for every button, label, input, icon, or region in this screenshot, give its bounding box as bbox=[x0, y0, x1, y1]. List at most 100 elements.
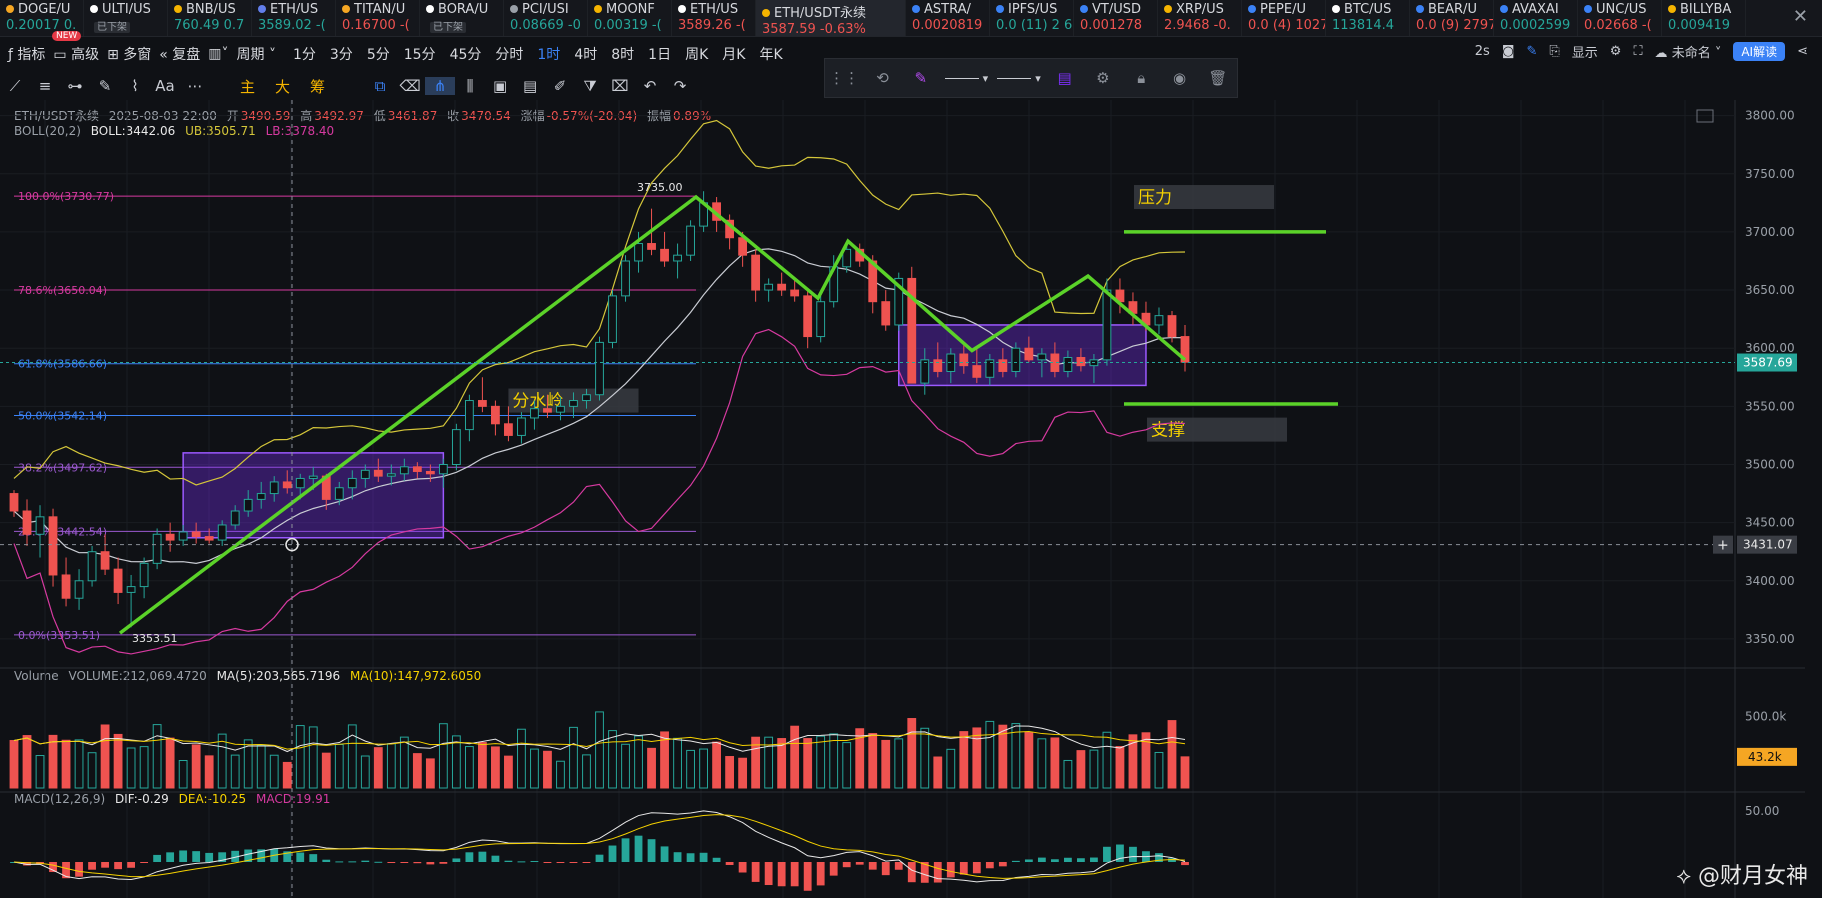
symbol-tab[interactable]: BTC/US 113814.4 bbox=[1326, 0, 1410, 36]
price-chart[interactable]: 3350.00 3400.00 3450.00 3500.00 3550.00 3600.… bbox=[0, 100, 1822, 898]
share-icon[interactable]: ⋖ bbox=[1797, 44, 1808, 59]
macd-histogram-bar bbox=[296, 852, 305, 862]
pen-icon[interactable]: ✎ bbox=[1526, 44, 1537, 59]
timeframe-5分[interactable]: 5分 bbox=[360, 44, 397, 64]
tab-symbol: BORA/U bbox=[438, 2, 489, 17]
advanced-button[interactable]: ▭ 高级 bbox=[53, 44, 99, 64]
replay-button[interactable]: « 复盘 bbox=[159, 44, 200, 64]
compare-icon[interactable]: ⫼ bbox=[455, 77, 485, 95]
timeframe-15分[interactable]: 15分 bbox=[397, 44, 443, 64]
text-color-icon[interactable]: ▤ bbox=[1045, 69, 1083, 87]
symbol-tab[interactable]: ULTI/US 已下架 bbox=[84, 0, 168, 36]
macd-histogram-bar bbox=[1181, 862, 1189, 866]
timeframe-8时[interactable]: 8时 bbox=[604, 44, 641, 64]
symbol-tab[interactable]: ETH/USDT永续 3587.59 -0.63% bbox=[756, 0, 906, 36]
macd-histogram-bar bbox=[1024, 859, 1033, 862]
macd-histogram-bar bbox=[647, 839, 656, 862]
symbol-tab[interactable]: TITAN/U 0.16700 -( bbox=[336, 0, 420, 36]
symbol-tab[interactable]: PCI/USI 0.08669 -0 bbox=[504, 0, 588, 36]
chip-label[interactable]: 筹 bbox=[300, 76, 335, 97]
macd-histogram-bar bbox=[127, 862, 136, 868]
magnet-icon[interactable]: ⋔ bbox=[425, 77, 456, 95]
eraser-icon[interactable]: ⌫ bbox=[395, 77, 425, 95]
camera-icon[interactable]: ◙ bbox=[1502, 44, 1515, 59]
timeframe-年K[interactable]: 年K bbox=[752, 44, 789, 64]
symbol-tab[interactable]: MOONF 0.00319 -( bbox=[588, 0, 672, 36]
lock-icon[interactable]: 🔒︎ bbox=[1122, 69, 1160, 87]
timeframe-1分[interactable]: 1分 bbox=[286, 44, 323, 64]
wave-icon[interactable]: ⌇ bbox=[120, 77, 150, 95]
symbol-tab[interactable]: IPFS/US 0.0 (11) 2 6 bbox=[990, 0, 1074, 36]
symbol-tab[interactable]: BEAR/U 0.0 (9) 2797 bbox=[1410, 0, 1494, 36]
symbol-tab[interactable]: PEPE/U 0.0 (4) 1027 bbox=[1242, 0, 1326, 36]
symbol-tab[interactable]: BNB/US 760.49 0.7 bbox=[168, 0, 252, 36]
symbol-tab[interactable]: UNC/US 0.02668 -( bbox=[1578, 0, 1662, 36]
drag-handle-icon[interactable]: ⋮⋮ bbox=[825, 69, 863, 87]
timeframe-分时[interactable]: 分时 bbox=[488, 44, 530, 64]
timeframe-3分[interactable]: 3分 bbox=[323, 44, 360, 64]
more-icon[interactable]: ⋯ bbox=[180, 77, 210, 95]
timeframe-4时[interactable]: 4时 bbox=[567, 44, 604, 64]
tab-symbol: TITAN/U bbox=[354, 2, 406, 17]
trend-line-icon[interactable]: ⟋ bbox=[0, 77, 30, 95]
tab-change: -0. bbox=[1213, 18, 1231, 33]
coin-icon bbox=[762, 9, 770, 17]
ai-analyze-button[interactable]: AI解读 bbox=[1733, 42, 1786, 61]
visibility-icon[interactable]: ◉ bbox=[1160, 69, 1198, 87]
period-dropdown[interactable]: 周期 ˅ bbox=[237, 44, 276, 64]
line-width-dropdown[interactable]: ▾ bbox=[993, 68, 1046, 88]
tab-price: 760.49 bbox=[174, 18, 220, 33]
volume-bar bbox=[543, 750, 552, 789]
display-button[interactable]: 显示 bbox=[1572, 42, 1598, 61]
filter-icon[interactable]: ⧩ bbox=[575, 77, 605, 95]
multi-window-button[interactable]: ⊞ 多窗 bbox=[107, 44, 151, 64]
tab-symbol: IPFS/US bbox=[1008, 2, 1058, 17]
timeframe-周K[interactable]: 周K bbox=[678, 44, 715, 64]
redo-icon[interactable]: ↷ bbox=[665, 77, 695, 95]
tab-symbol: PCI/USI bbox=[522, 2, 569, 17]
macd-histogram-bar bbox=[829, 862, 838, 876]
symbol-tab[interactable]: ETH/US 3589.02 -( bbox=[252, 0, 336, 36]
indicator-button[interactable]: ƒ 指标 bbox=[8, 44, 45, 64]
close-icon[interactable]: ✕ bbox=[1793, 6, 1808, 27]
line-color-icon[interactable]: ✎ bbox=[902, 69, 940, 87]
settings-icon[interactable]: ⚙ bbox=[1084, 69, 1122, 87]
chart-type-icon[interactable]: ▥˅ bbox=[208, 46, 228, 62]
chip-label[interactable]: 大 bbox=[265, 76, 300, 97]
candle-body bbox=[334, 487, 344, 500]
fullscreen-icon[interactable]: ⛶ bbox=[1633, 44, 1642, 59]
timeframe-月K[interactable]: 月K bbox=[715, 44, 752, 64]
drawing-toolbar: ⟋ ≡ ⊶ ✎ ⌇ Aa ⋯ 主大筹 ⧉ ⌫ ⋔ ⫼ ▣ ▤ ✐ ⧩ ⌧ ↶ ↷ bbox=[0, 74, 695, 98]
chip-label[interactable]: 主 bbox=[230, 76, 265, 97]
note-icon[interactable]: ▤ bbox=[515, 77, 545, 95]
symbol-tabs: DOGE/U 0.20017 0. ULTI/US 已下架 BNB/US 760.49 … bbox=[0, 0, 1822, 37]
symbol-tab[interactable]: ETH/US 3589.26 -( bbox=[672, 0, 756, 36]
undo-icon[interactable]: ↶ bbox=[635, 77, 665, 95]
layout-name-dropdown[interactable]: ☁ 未命名 ˅ bbox=[1655, 42, 1722, 61]
calendar-icon[interactable]: ▣ bbox=[485, 77, 515, 95]
delete-icon[interactable]: 🗑︎ bbox=[1199, 69, 1237, 87]
trash-icon[interactable]: ⌧ bbox=[605, 77, 635, 95]
layers-icon[interactable]: ⧉ bbox=[365, 77, 395, 95]
symbol-tab[interactable]: AVAXAI 0.0002599 bbox=[1494, 0, 1578, 36]
gear-icon[interactable]: ⚙ bbox=[1610, 44, 1622, 59]
symbol-tab[interactable]: BILLYBA 0.009419 bbox=[1662, 0, 1746, 36]
symbol-tab[interactable]: VT/USD 0.001278 bbox=[1074, 0, 1158, 36]
candle-body bbox=[217, 524, 227, 541]
timeframe-45分[interactable]: 45分 bbox=[443, 44, 489, 64]
symbol-tab[interactable]: ASTRA/0.0020819 bbox=[906, 0, 990, 36]
ray-icon[interactable]: ⊶ bbox=[60, 77, 90, 95]
line-style-dropdown[interactable]: ▾ bbox=[940, 68, 993, 88]
horizontal-lines-icon[interactable]: ≡ bbox=[30, 77, 60, 95]
timeframe-1日[interactable]: 1日 bbox=[641, 44, 678, 64]
text-icon[interactable]: Aa bbox=[150, 77, 180, 95]
timeframe-1时[interactable]: 1时 bbox=[530, 44, 567, 64]
symbol-tab[interactable]: XRP/US 2.9468 -0. bbox=[1158, 0, 1242, 36]
template-icon[interactable]: ⟲ bbox=[863, 69, 901, 87]
symbol-tab[interactable]: BORA/U 已下架 bbox=[420, 0, 504, 36]
edit-icon[interactable]: ⎘ bbox=[1549, 44, 1559, 59]
candle-body bbox=[35, 516, 45, 535]
brush-icon[interactable]: ✐ bbox=[545, 77, 575, 95]
refresh-interval[interactable]: 2s bbox=[1475, 44, 1490, 59]
pen-icon[interactable]: ✎ bbox=[90, 77, 120, 95]
